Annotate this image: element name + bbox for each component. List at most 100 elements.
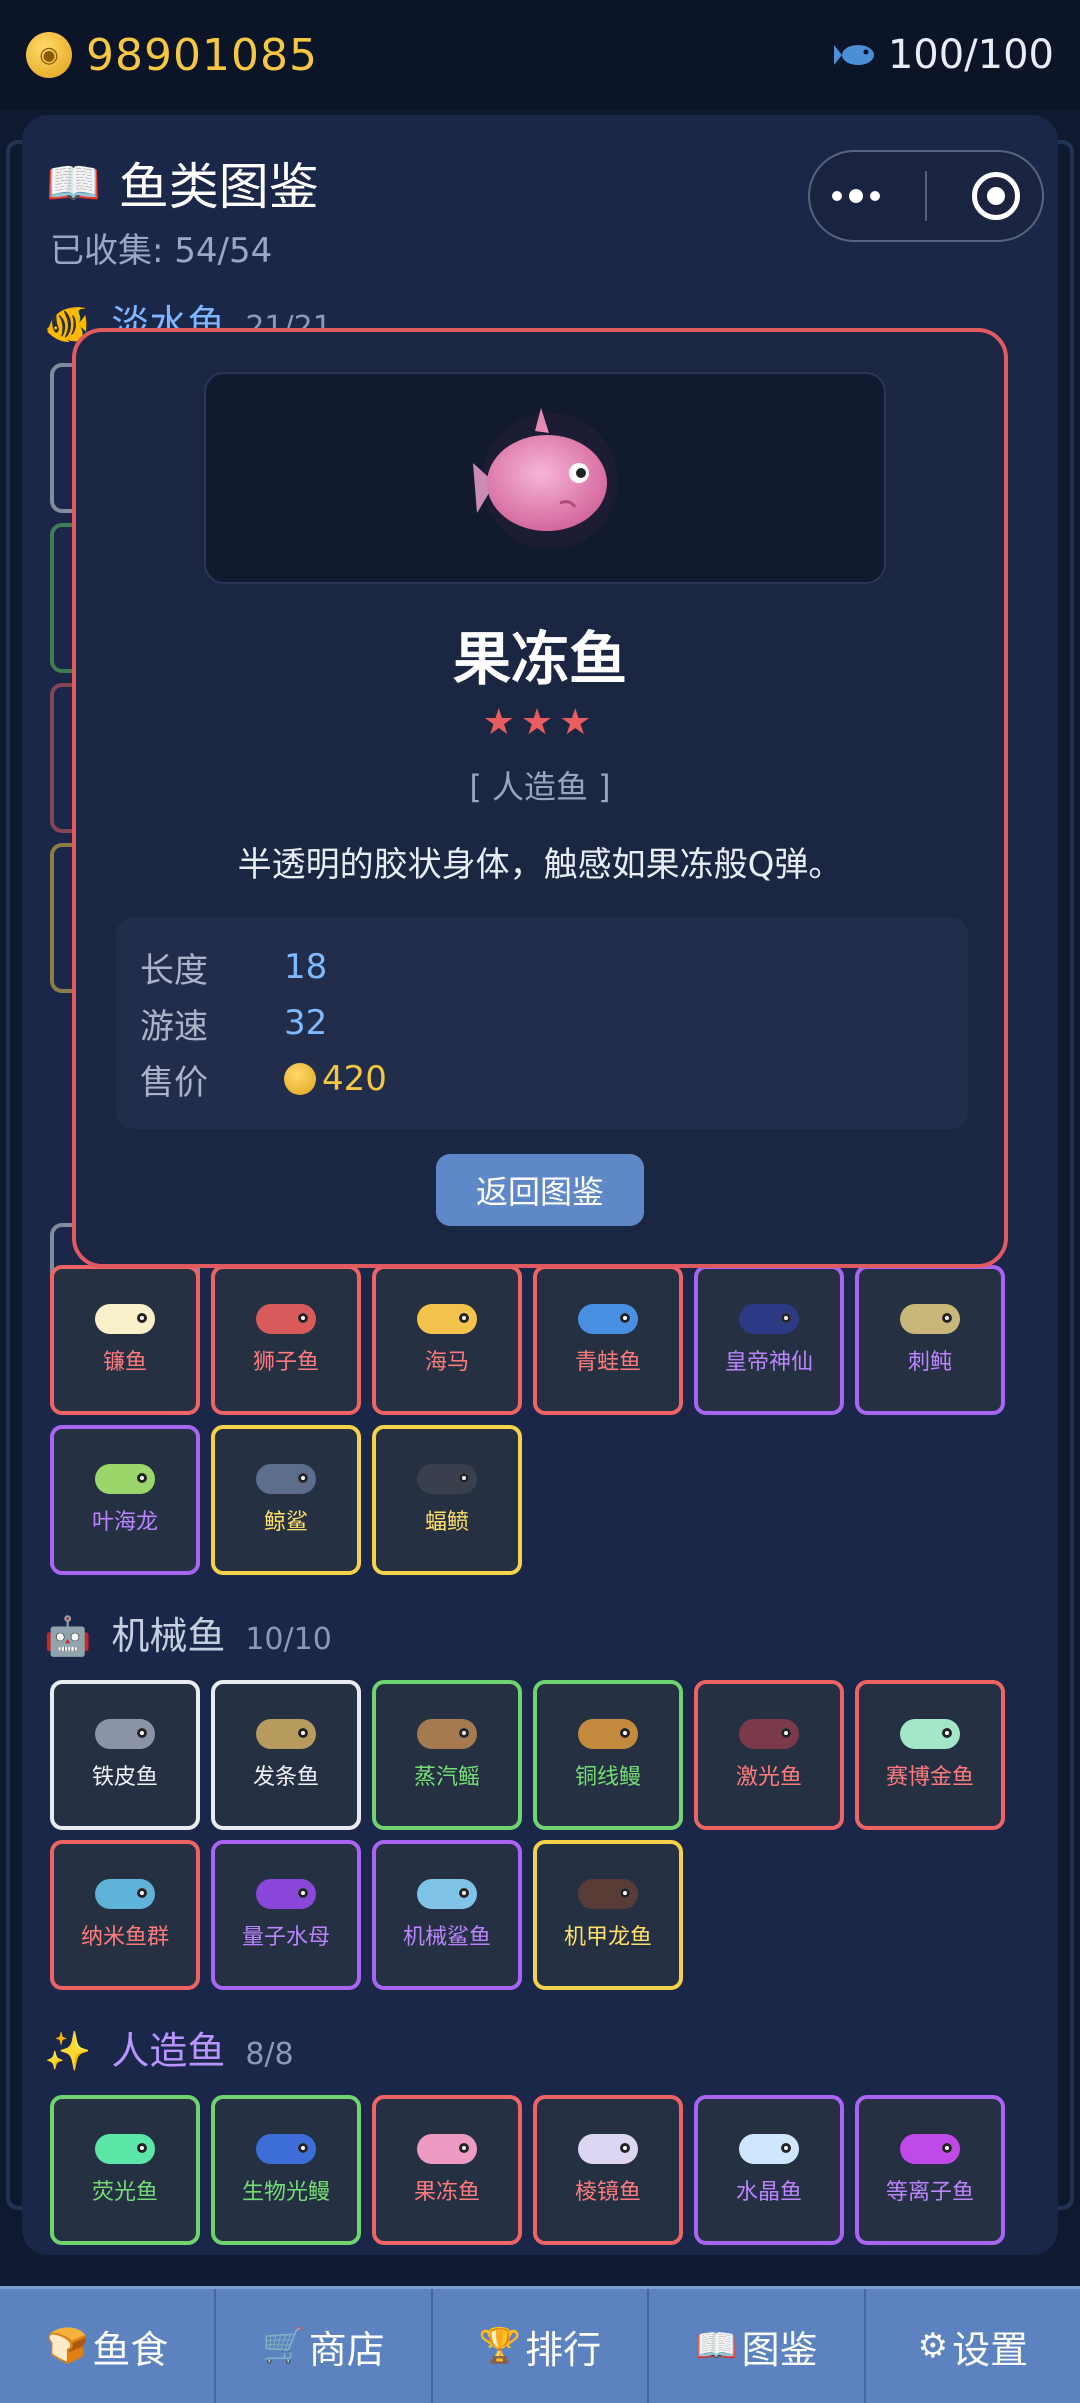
fish-card[interactable]: 等离子鱼 bbox=[855, 2095, 1005, 2245]
fish-card[interactable]: 机甲龙鱼 bbox=[533, 1840, 683, 1990]
fish-icon bbox=[578, 2134, 638, 2164]
fish-card[interactable]: 水晶鱼 bbox=[694, 2095, 844, 2245]
fish-icon bbox=[256, 2134, 316, 2164]
fish-icon bbox=[417, 1719, 477, 1749]
fish-card-label: 激光鱼 bbox=[735, 1765, 802, 1790]
tab-shop[interactable]: 🛒 商店 bbox=[216, 2289, 433, 2403]
tab-ranking[interactable]: 🏆 排行 bbox=[433, 2289, 650, 2403]
fish-card-label: 棱镜鱼 bbox=[574, 2180, 641, 2205]
fish-card-label: 叶海龙 bbox=[91, 1510, 158, 1535]
fish-card-label: 铁皮鱼 bbox=[91, 1765, 158, 1790]
collected-count: 已收集: 54/54 bbox=[50, 231, 273, 271]
coin-icon bbox=[284, 1063, 316, 1095]
fish-capacity: 100/100 bbox=[833, 32, 1054, 78]
fish-card[interactable]: 棱镜鱼 bbox=[533, 2095, 683, 2245]
fish-icon bbox=[256, 1719, 316, 1749]
fish-card[interactable]: 镰鱼 bbox=[50, 1265, 200, 1415]
fish-card-label: 等离子鱼 bbox=[885, 2180, 974, 2205]
section-artificial: ✨ 人造鱼 8/8 bbox=[44, 2029, 294, 2073]
fish-icon bbox=[95, 1879, 155, 1909]
gear-icon: ⚙ bbox=[917, 2326, 949, 2366]
fish-name: 果冻鱼 bbox=[452, 625, 627, 693]
fish-icon bbox=[95, 1304, 155, 1334]
fish-icon bbox=[256, 1464, 316, 1494]
stat-speed: 游速 32 bbox=[140, 1003, 328, 1047]
fish-card[interactable]: 生物光鳗 bbox=[211, 2095, 361, 2245]
miniprogram-capsule bbox=[808, 150, 1044, 242]
fish-card-label: 刺鲀 bbox=[907, 1350, 952, 1375]
fish-icon bbox=[739, 2134, 799, 2164]
fish-card[interactable]: 鲸鲨 bbox=[211, 1425, 361, 1575]
fish-card[interactable]: 荧光鱼 bbox=[50, 2095, 200, 2245]
fish-card[interactable]: 铜线鳗 bbox=[533, 1680, 683, 1830]
fish-icon bbox=[256, 1879, 316, 1909]
fish-icon bbox=[95, 1719, 155, 1749]
section-mechanical: 🤖 机械鱼 10/10 bbox=[44, 1614, 332, 1658]
fish-card-label: 果冻鱼 bbox=[413, 2180, 480, 2205]
fish-card[interactable]: 赛博金鱼 bbox=[855, 1680, 1005, 1830]
cart-icon: 🛒 bbox=[262, 2326, 305, 2366]
mech-fish-grid-row1: 铁皮鱼 发条鱼 蒸汽鳐 铜线鳗 激光鱼 赛博金鱼 bbox=[50, 1680, 1005, 1830]
fish-card[interactable]: 量子水母 bbox=[211, 1840, 361, 1990]
fish-description: 半透明的胶状身体，触感如果冻般Q弹。 bbox=[237, 845, 843, 885]
stat-price: 售价 420 bbox=[140, 1059, 387, 1103]
fish-icon bbox=[417, 1879, 477, 1909]
tab-album[interactable]: 📖 图鉴 bbox=[649, 2289, 866, 2403]
fish-card[interactable]: 发条鱼 bbox=[211, 1680, 361, 1830]
fish-card-label: 机甲龙鱼 bbox=[563, 1925, 652, 1950]
fish-card[interactable]: 激光鱼 bbox=[694, 1680, 844, 1830]
mech-fish-grid-row2: 纳米鱼群 量子水母 机械鲨鱼 机甲龙鱼 bbox=[50, 1840, 1005, 1990]
top-status-bar: ◉ 98901085 100/100 bbox=[0, 0, 1080, 110]
fish-card[interactable]: 蒸汽鳐 bbox=[372, 1680, 522, 1830]
fish-card-label: 狮子鱼 bbox=[252, 1350, 319, 1375]
fish-category: [ 人造鱼 ] bbox=[469, 768, 611, 806]
fish-card-label: 量子水母 bbox=[241, 1925, 330, 1950]
fish-card[interactable]: 机械鲨鱼 bbox=[372, 1840, 522, 1990]
back-to-album-button[interactable]: 返回图鉴 bbox=[436, 1154, 644, 1226]
fish-icon bbox=[900, 1304, 960, 1334]
fish-card[interactable]: 狮子鱼 bbox=[211, 1265, 361, 1415]
fish-card[interactable]: 海马 bbox=[372, 1265, 522, 1415]
fish-card[interactable]: 果冻鱼 bbox=[372, 2095, 522, 2245]
close-target-icon[interactable] bbox=[971, 172, 1020, 220]
fish-card-label: 海马 bbox=[424, 1350, 469, 1375]
fish-card[interactable]: 皇帝神仙 bbox=[694, 1265, 844, 1415]
bottom-tab-bar: 🍞 鱼食 🛒 商店 🏆 排行 📖 图鉴 ⚙ 设置 bbox=[0, 2286, 1080, 2403]
fish-card[interactable]: 纳米鱼群 bbox=[50, 1840, 200, 1990]
fish-stats: 长度 18 游速 32 售价 420 bbox=[116, 917, 968, 1129]
robot-icon: 🤖 bbox=[44, 1614, 92, 1658]
fish-card[interactable]: 叶海龙 bbox=[50, 1425, 200, 1575]
sea-fish-grid-row2: 叶海龙 鲸鲨 蝠鲼 bbox=[50, 1425, 1005, 1575]
fish-card-label: 荧光鱼 bbox=[91, 2180, 158, 2205]
coin-count: 98901085 bbox=[86, 29, 318, 81]
fish-icon bbox=[256, 1304, 316, 1334]
book-icon: 📖 bbox=[695, 2326, 738, 2366]
fish-icon bbox=[739, 1719, 799, 1749]
fish-icon bbox=[578, 1719, 638, 1749]
fish-icon bbox=[95, 2134, 155, 2164]
book-icon: 📖 bbox=[46, 158, 101, 209]
fish-detail-modal: 果冻鱼 ★★★ [ 人造鱼 ] 半透明的胶状身体，触感如果冻般Q弹。 长度 18… bbox=[72, 328, 1008, 1268]
jelly-fish-image bbox=[473, 408, 618, 549]
sparkles-icon: ✨ bbox=[44, 2029, 92, 2073]
fish-card-label: 镰鱼 bbox=[102, 1350, 147, 1375]
fish-card-label: 赛博金鱼 bbox=[885, 1765, 974, 1790]
fish-card[interactable]: 青蛙鱼 bbox=[533, 1265, 683, 1415]
tab-food[interactable]: 🍞 鱼食 bbox=[0, 2289, 217, 2403]
fish-card-label: 发条鱼 bbox=[252, 1765, 319, 1790]
fish-card[interactable]: 蝠鲼 bbox=[372, 1425, 522, 1575]
sea-fish-grid-row1: 镰鱼 狮子鱼 海马 青蛙鱼 皇帝神仙 刺鲀 bbox=[50, 1265, 1005, 1415]
artificial-fish-grid-row1: 荧光鱼 生物光鳗 果冻鱼 棱镜鱼 水晶鱼 等离子鱼 bbox=[50, 2095, 1005, 2245]
coin-balance: ◉ 98901085 bbox=[26, 30, 318, 81]
album-title: 📖 鱼类图鉴 bbox=[46, 158, 319, 216]
fish-icon bbox=[578, 1304, 638, 1334]
fish-card[interactable]: 刺鲀 bbox=[855, 1265, 1005, 1415]
fish-card-label: 纳米鱼群 bbox=[80, 1925, 169, 1950]
fish-icon bbox=[95, 1464, 155, 1494]
fish-card[interactable]: 铁皮鱼 bbox=[50, 1680, 200, 1830]
fish-icon bbox=[900, 2134, 960, 2164]
tab-settings[interactable]: ⚙ 设置 bbox=[866, 2289, 1080, 2403]
more-menu-icon[interactable] bbox=[832, 189, 881, 203]
fish-icon bbox=[417, 1304, 477, 1334]
fish-icon bbox=[578, 1879, 638, 1909]
